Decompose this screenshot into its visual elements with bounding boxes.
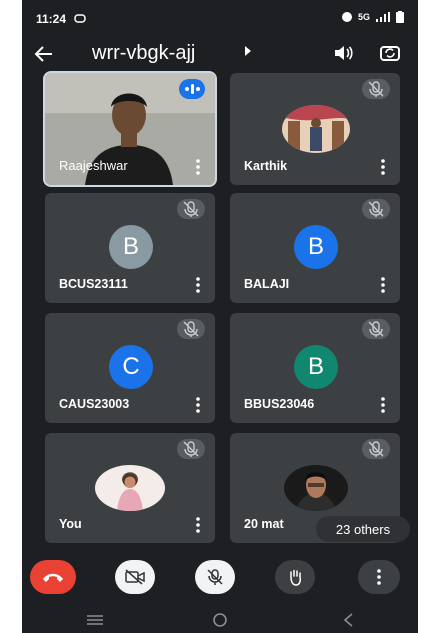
participant-photo xyxy=(284,465,348,511)
network-label: 5G xyxy=(357,12,370,22)
muted-badge xyxy=(177,199,205,219)
participant-photo xyxy=(282,105,350,153)
mic-off-icon xyxy=(368,201,384,217)
participant-name: BALAJI xyxy=(244,277,290,291)
system-nav-bar xyxy=(22,606,418,633)
more-icon xyxy=(377,569,381,585)
end-call-button[interactable] xyxy=(30,560,76,594)
participant-tile[interactable]: B BALAJI xyxy=(230,193,400,303)
end-call-icon xyxy=(43,573,63,582)
mic-off-icon xyxy=(368,321,384,337)
home-icon[interactable] xyxy=(212,612,228,628)
speaker-icon[interactable] xyxy=(332,42,354,64)
participant-tile[interactable]: Raajeshwar xyxy=(45,73,215,185)
muted-badge xyxy=(177,439,205,459)
status-bar: 11:24 5G xyxy=(22,0,418,36)
more-vert-icon[interactable] xyxy=(195,277,201,293)
participant-name: Karthik xyxy=(244,159,288,173)
participant-photo xyxy=(95,465,165,511)
app-bar: wrr-vbgk-ajj xyxy=(22,36,418,72)
participant-tile[interactable]: B BBUS23046 xyxy=(230,313,400,423)
mic-off-icon xyxy=(368,81,384,97)
muted-badge xyxy=(362,79,390,99)
participant-avatar: B xyxy=(109,225,153,269)
muted-badge xyxy=(362,199,390,219)
ring-indicator-icon xyxy=(74,14,86,23)
muted-badge xyxy=(362,439,390,459)
meet-screen: 11:24 5G wrr-vbgk-ajj Raajeshwar Karthik… xyxy=(22,0,418,633)
switch-camera-icon[interactable] xyxy=(379,42,401,64)
back-arrow-icon[interactable] xyxy=(34,44,54,64)
caret-right-icon[interactable] xyxy=(244,46,252,56)
status-time: 11:24 xyxy=(36,12,67,26)
participant-tile[interactable]: C CAUS23003 xyxy=(45,313,215,423)
raise-hand-button[interactable] xyxy=(275,560,315,594)
more-options-button[interactable] xyxy=(358,560,400,594)
participant-name: You xyxy=(59,517,82,531)
back-nav-icon[interactable] xyxy=(342,612,354,628)
participant-name: Raajeshwar xyxy=(59,158,128,173)
recents-icon[interactable] xyxy=(86,614,104,626)
raise-hand-icon xyxy=(290,569,301,586)
participant-tile[interactable]: B BCUS23111 xyxy=(45,193,215,303)
participant-tile[interactable]: You xyxy=(45,433,215,543)
mic-toggle-button[interactable] xyxy=(195,560,235,594)
participant-name: 20 mat xyxy=(244,517,284,531)
mic-off-icon xyxy=(183,441,199,457)
audio-level-icon xyxy=(185,84,200,94)
mic-off-icon xyxy=(183,321,199,337)
participant-name: BBUS23046 xyxy=(244,397,315,411)
mic-off-icon xyxy=(183,201,199,217)
camera-toggle-button[interactable] xyxy=(115,560,155,594)
more-vert-icon[interactable] xyxy=(195,159,201,175)
battery-icon xyxy=(396,11,404,23)
more-vert-icon[interactable] xyxy=(380,159,386,175)
others-count-pill[interactable]: 23 others xyxy=(316,516,410,542)
mic-off-icon xyxy=(368,441,384,457)
dnd-icon xyxy=(341,12,352,22)
participant-avatar: B xyxy=(294,345,338,389)
speaking-indicator xyxy=(179,79,205,99)
participant-avatar: C xyxy=(109,345,153,389)
participant-name: BCUS23111 xyxy=(59,277,128,291)
participant-name: CAUS23003 xyxy=(59,397,130,411)
meeting-code[interactable]: wrr-vbgk-ajj xyxy=(92,42,195,65)
call-controls xyxy=(22,560,418,600)
muted-badge xyxy=(362,319,390,339)
more-vert-icon[interactable] xyxy=(195,397,201,413)
participant-avatar: B xyxy=(294,225,338,269)
more-vert-icon[interactable] xyxy=(380,277,386,293)
more-vert-icon[interactable] xyxy=(195,517,201,533)
muted-badge xyxy=(177,319,205,339)
status-icons: 5G xyxy=(341,11,404,23)
camera-off-icon xyxy=(125,569,145,585)
signal-icon xyxy=(376,12,390,22)
mic-off-icon xyxy=(207,569,223,585)
more-vert-icon[interactable] xyxy=(380,397,386,413)
participant-tile[interactable]: Karthik xyxy=(230,73,400,185)
